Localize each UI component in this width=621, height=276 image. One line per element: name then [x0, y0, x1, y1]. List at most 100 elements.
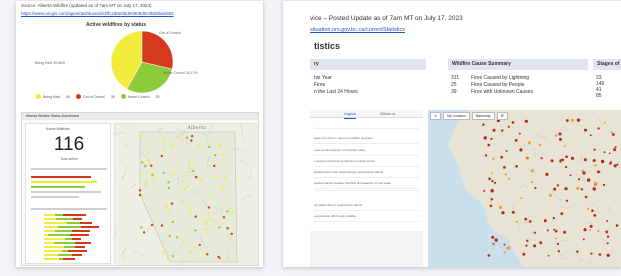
list-item[interactable]: ng further due to suppression efforts — [314, 201, 419, 211]
incident-marker — [528, 220, 532, 223]
bar-segment — [75, 242, 91, 244]
incident-marker — [511, 121, 515, 124]
incident-marker — [584, 195, 588, 199]
bar-segment — [73, 218, 82, 220]
incident-marker — [603, 151, 606, 154]
incident-marker — [487, 254, 491, 257]
incident-marker — [505, 150, 508, 152]
fire-marker — [194, 175, 198, 179]
fire-marker — [188, 162, 191, 165]
incident-marker — [526, 157, 529, 160]
incident-marker — [605, 230, 609, 234]
legend-swatch-out-of-control — [76, 94, 82, 99]
incident-marker — [484, 154, 488, 157]
incident-marker — [490, 198, 493, 201]
fire-marker — [230, 232, 233, 235]
fire-marker — [217, 255, 220, 259]
fire-marker — [212, 219, 216, 222]
incident-marker — [483, 136, 487, 140]
fire-marker — [172, 172, 175, 176]
list-item[interactable]: ... — [314, 119, 419, 129]
fire-marker — [160, 154, 163, 158]
incident-marker — [519, 148, 523, 152]
fire-marker — [185, 136, 189, 139]
incident-marker — [555, 237, 557, 240]
divider — [31, 208, 107, 210]
summary-row: n the Last 24 Hours — [314, 89, 358, 95]
bar-segment — [55, 214, 63, 216]
incident-marker — [594, 181, 598, 185]
incident-marker — [488, 177, 491, 181]
incident-marker — [491, 180, 494, 183]
fire-marker — [181, 180, 184, 183]
fire-marker — [147, 150, 150, 153]
basemap-button[interactable]: Basemap — [471, 112, 495, 120]
incident-marker — [538, 143, 542, 147]
alberta-map[interactable]: Alberta — [114, 123, 258, 265]
fire-marker — [186, 185, 189, 188]
cause-summary-header: Wildfire Cause Summary — [448, 59, 588, 70]
source-link[interactable]: https://www.arcgis.com/apps/dashboards/3… — [21, 11, 174, 16]
cause-label: Fires Caused by People — [471, 82, 525, 88]
incident-marker — [616, 163, 619, 166]
fire-marker — [168, 234, 171, 238]
bar-segment — [48, 234, 70, 236]
incident-marker — [501, 211, 505, 215]
bc-statistics-link[interactable]: situation.nrs.gov.bc.ca/currentStatistic… — [310, 27, 405, 33]
bar-segment — [72, 254, 82, 256]
fire-marker — [213, 164, 216, 168]
fire-marker — [209, 190, 212, 194]
fire-marker — [190, 139, 193, 142]
incident-marker — [504, 173, 507, 176]
bar-segment — [81, 226, 99, 228]
alberta-map-canvas[interactable] — [115, 124, 258, 265]
close-icon[interactable]: ✕ — [430, 112, 441, 120]
legend-line — [31, 186, 85, 188]
list-item[interactable] — [314, 190, 419, 191]
map-side-tabs: Legend Stikine ca. — [310, 110, 423, 119]
list-item[interactable]: ignated due to fire responding to suppre… — [314, 168, 419, 178]
incident-marker — [530, 169, 534, 173]
bar-segment — [63, 214, 86, 216]
bar-segment — [72, 230, 90, 232]
incident-marker — [533, 231, 536, 234]
incident-marker — [500, 155, 503, 159]
list-item[interactable]: s are predominantly in Columbia valley — [314, 146, 419, 156]
legend-count: 35 — [155, 94, 160, 99]
wildfire-dashboard: Alberta Wildfire Status Dashboard Active… — [21, 112, 259, 266]
fire-marker — [142, 231, 146, 234]
incident-marker — [608, 152, 611, 155]
list-item[interactable]: suppression efforts are suitable — [314, 212, 419, 222]
fire-marker — [165, 206, 168, 209]
legend-swatch-being-held — [36, 94, 41, 99]
incident-marker — [613, 148, 617, 152]
list-item[interactable]: ages of control to report on wildfire pr… — [314, 134, 419, 144]
menu-icon[interactable]: ☰ — [496, 112, 508, 120]
list-item[interactable]: predominantly between foothills and weat… — [314, 179, 419, 189]
fire-marker — [170, 145, 173, 148]
incident-marker — [482, 123, 485, 126]
fire-marker — [193, 247, 196, 250]
legend-line — [31, 181, 97, 183]
incident-marker — [483, 190, 486, 192]
incident-marker — [602, 183, 606, 186]
incident-marker — [520, 197, 523, 200]
incident-marker — [570, 156, 575, 160]
fire-marker — [203, 221, 206, 224]
incident-marker — [511, 210, 515, 214]
list-item[interactable]: s ground crews being effective in rapid … — [314, 157, 419, 167]
incident-marker — [548, 193, 552, 197]
incident-marker — [583, 158, 587, 162]
status-pie-chart — [110, 30, 174, 94]
my-location-button[interactable]: My Location — [442, 112, 470, 120]
tab-about[interactable]: Stikine ca. — [380, 110, 396, 118]
legend-line — [31, 191, 101, 193]
incident-marker — [524, 217, 528, 221]
incident-marker — [583, 228, 587, 232]
incident-marker — [556, 242, 559, 245]
tab-legend[interactable]: Legend — [344, 110, 356, 119]
incident-marker — [581, 169, 584, 172]
bc-map-canvas[interactable] — [428, 110, 621, 267]
incident-marker — [576, 186, 580, 190]
bc-fire-map[interactable]: ✕ My Location Basemap ☰ — [428, 110, 621, 267]
